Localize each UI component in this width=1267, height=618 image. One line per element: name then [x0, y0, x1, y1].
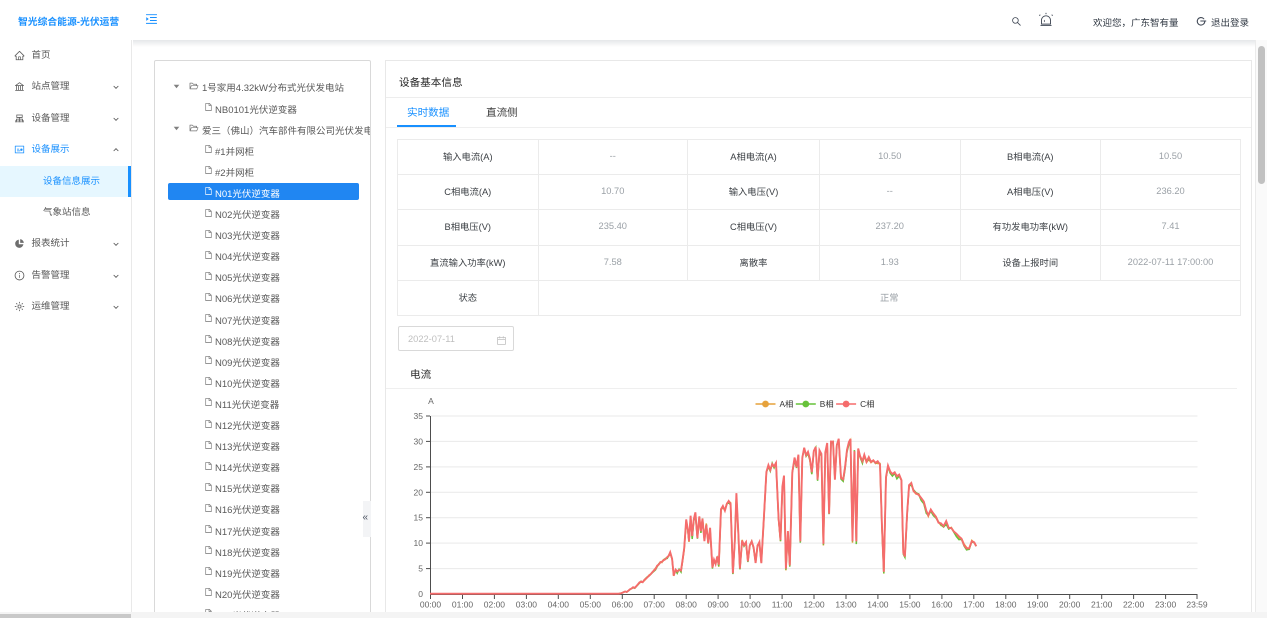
svg-text:20:00: 20:00 — [1059, 600, 1081, 610]
svg-text:22:00: 22:00 — [1123, 600, 1145, 610]
svg-text:02:00: 02:00 — [484, 600, 506, 610]
svg-text:23:00: 23:00 — [1155, 600, 1177, 610]
svg-text:08:00: 08:00 — [676, 600, 698, 610]
svg-text:09:00: 09:00 — [707, 600, 729, 610]
svg-text:17:00: 17:00 — [963, 600, 985, 610]
svg-text:04:00: 04:00 — [548, 600, 570, 610]
svg-text:20: 20 — [414, 487, 424, 497]
svg-text:01:00: 01:00 — [452, 600, 474, 610]
svg-text:A相: A相 — [780, 399, 794, 409]
svg-text:5: 5 — [418, 564, 423, 574]
svg-text:18:00: 18:00 — [995, 600, 1017, 610]
svg-text:0: 0 — [418, 589, 423, 599]
svg-text:10: 10 — [414, 538, 424, 548]
svg-text:23:59: 23:59 — [1186, 600, 1208, 610]
svg-text:16:00: 16:00 — [931, 600, 953, 610]
svg-text:03:00: 03:00 — [516, 600, 538, 610]
svg-text:05:00: 05:00 — [580, 600, 602, 610]
svg-text:21:00: 21:00 — [1091, 600, 1113, 610]
svg-text:30: 30 — [414, 436, 424, 446]
svg-text:14:00: 14:00 — [867, 600, 889, 610]
svg-text:06:00: 06:00 — [612, 600, 634, 610]
svg-text:12:00: 12:00 — [803, 600, 825, 610]
svg-text:C相: C相 — [860, 399, 874, 409]
svg-text:15: 15 — [414, 513, 424, 523]
svg-text:15:00: 15:00 — [899, 600, 921, 610]
svg-text:35: 35 — [414, 411, 424, 421]
svg-text:11:00: 11:00 — [772, 600, 793, 610]
svg-text:00:00: 00:00 — [420, 600, 442, 610]
svg-text:13:00: 13:00 — [835, 600, 857, 610]
svg-text:19:00: 19:00 — [1027, 600, 1049, 610]
svg-text:25: 25 — [414, 462, 424, 472]
svg-text:07:00: 07:00 — [644, 600, 666, 610]
svg-text:10:00: 10:00 — [739, 600, 761, 610]
svg-text:A: A — [428, 396, 434, 406]
svg-text:B相: B相 — [820, 399, 834, 409]
